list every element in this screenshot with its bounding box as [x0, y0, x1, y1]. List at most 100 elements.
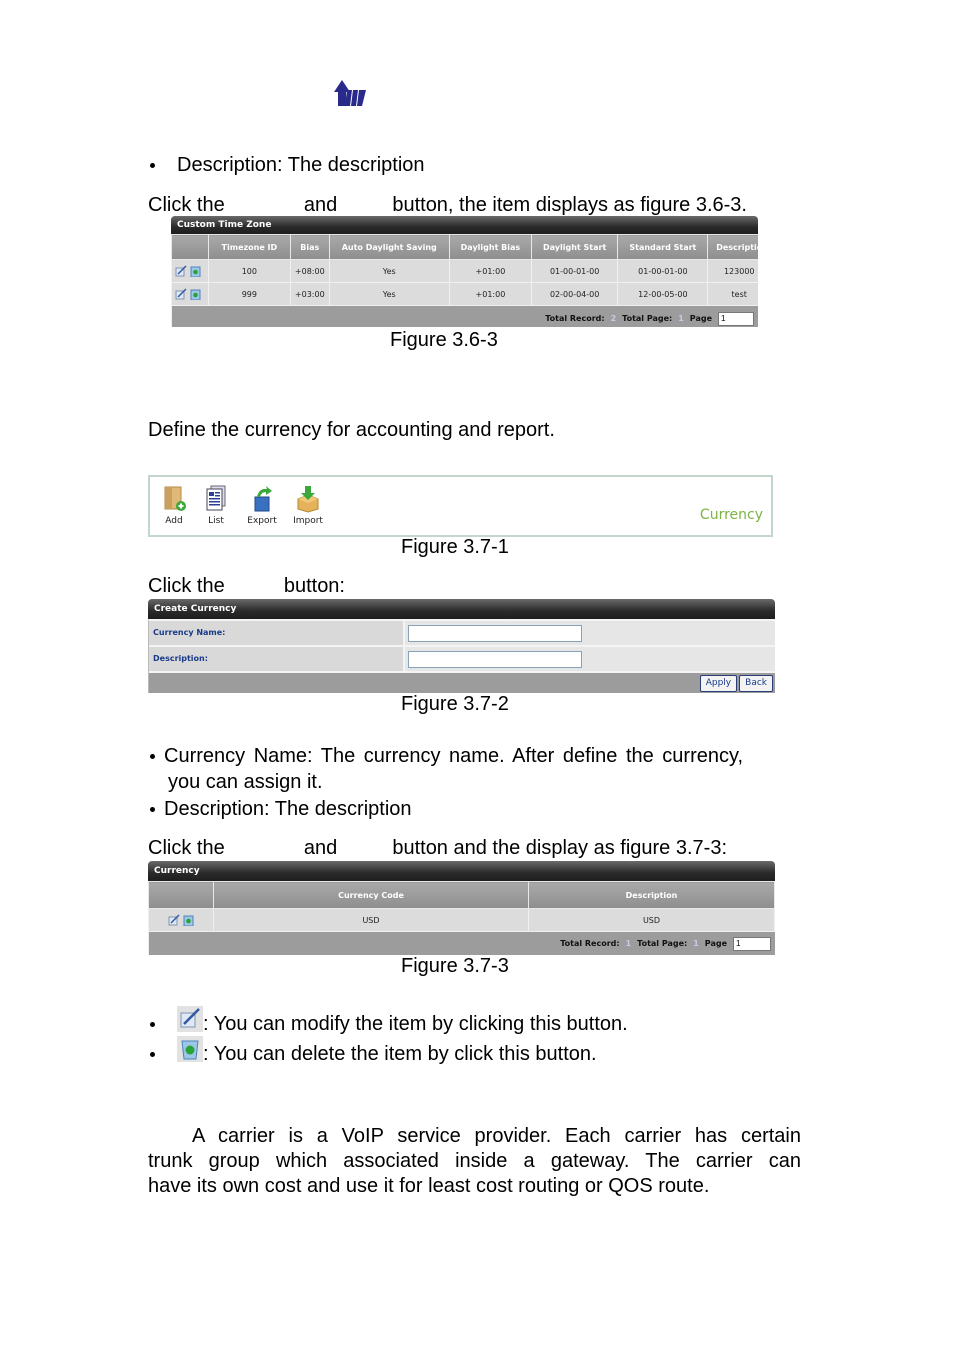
section-intro: Define the currency for accounting and r… [148, 419, 555, 441]
text: button: [283, 575, 345, 597]
page-label: Page [689, 314, 712, 323]
instruction-line: Click the and button, the item displays … [148, 193, 747, 217]
page-input[interactable] [733, 936, 771, 951]
paragraph-line: trunk group which associated inside a ga… [148, 1150, 801, 1172]
edit-icon[interactable] [175, 288, 187, 300]
currency-table: Currency Code Description USD USD [148, 881, 775, 932]
text: Click the [148, 194, 225, 216]
toolbar-list-button[interactable]: List [194, 485, 238, 526]
form-row-currency-name: Currency Name: [149, 621, 775, 647]
field-cell [405, 647, 775, 671]
column-header[interactable]: Daylight Bias [448, 234, 533, 260]
description-input[interactable] [408, 650, 582, 668]
figure-caption: Figure 3.7-2 [401, 693, 509, 715]
pagination-bar: Total Record: 2 Total Page: 1 Page [171, 306, 758, 327]
cell: 01-00-01-00 [617, 259, 709, 283]
cell: USD [528, 908, 775, 932]
instruction-line: Click the button: [148, 574, 345, 598]
note-text: : You can delete the item by click this … [203, 1043, 597, 1065]
column-header[interactable]: Bias [289, 234, 330, 260]
form-footer: Apply Back [149, 673, 775, 693]
instruction-line: Click the and button and the display as … [148, 836, 727, 860]
total-record-value: 2 [610, 314, 617, 323]
toolbar-export-button[interactable]: Export [240, 485, 284, 526]
back-button[interactable]: Back [739, 674, 773, 692]
currency-toolbar: Add List Export Import Currency [148, 475, 773, 537]
paragraph-line: have its own cost and use it for least c… [148, 1175, 710, 1197]
total-page-label: Total Page: [622, 314, 673, 323]
create-currency-form: Create Currency Currency Name: Descripti… [148, 599, 775, 693]
table-row: USD USD [148, 908, 775, 932]
column-header [148, 881, 214, 909]
cell: +01:00 [448, 282, 533, 306]
column-header[interactable]: Currency Code [213, 881, 529, 909]
bullet-item: Description: The description [150, 153, 425, 177]
edit-icon[interactable] [175, 265, 187, 277]
cell: 01-00-01-00 [531, 259, 619, 283]
page-label: Page [704, 939, 727, 948]
total-page-label: Total Page: [637, 939, 688, 948]
total-record-label: Total Record: [545, 314, 605, 323]
cell: test [707, 282, 758, 306]
row-actions [171, 282, 209, 306]
delete-icon[interactable] [189, 288, 201, 301]
cell: +03:00 [289, 282, 330, 306]
cell: 123000 [707, 259, 758, 283]
delete-icon[interactable] [189, 265, 201, 278]
toolbar-import-button[interactable]: Import [286, 485, 330, 526]
page-input[interactable] [718, 311, 754, 326]
cell: Yes [328, 282, 450, 306]
bullet-item: Currency Name: The currency name. After … [150, 744, 743, 768]
delete-icon[interactable] [182, 914, 194, 927]
field-cell [405, 621, 775, 645]
pagination-bar: Total Record: 1 Total Page: 1 Page [148, 932, 775, 955]
row-actions [148, 908, 214, 932]
column-header [171, 234, 209, 260]
bullet-text: Description: The description [164, 798, 412, 820]
field-label: Description: [149, 647, 405, 671]
edit-icon[interactable] [168, 914, 180, 926]
bullet-text: Currency Name: The currency name. After … [164, 745, 744, 767]
total-page-value: 1 [678, 314, 684, 323]
table-header-row: Timezone ID Bias Auto Daylight Saving Da… [171, 234, 758, 260]
bullet-text: Description: The description [177, 154, 425, 176]
icon-note-delete: : You can delete the item by click this … [150, 1036, 597, 1066]
icon-note-edit: : You can modify the item by clicking th… [150, 1006, 628, 1036]
toolbar-add-button[interactable]: Add [152, 485, 196, 526]
apply-button[interactable]: Apply [699, 674, 738, 692]
panel-title: Custom Time Zone [171, 216, 758, 234]
table-row: 100 +08:00 Yes +01:00 01-00-01-00 01-00-… [171, 259, 758, 283]
text: and [303, 837, 338, 859]
cell: 999 [207, 282, 291, 306]
company-logo [332, 78, 368, 108]
bullet-continuation: you can assign it. [168, 771, 323, 793]
total-record-label: Total Record: [560, 939, 620, 948]
import-icon [297, 486, 319, 513]
toolbar-label: Import [293, 516, 323, 526]
cell: Yes [328, 259, 450, 283]
text: Click the [148, 837, 225, 859]
column-header[interactable]: Timezone ID [207, 234, 291, 260]
column-header[interactable]: Descriptio [707, 234, 758, 260]
text: and [303, 194, 338, 216]
delete-icon [177, 1036, 203, 1062]
note-text: : You can modify the item by clicking th… [203, 1013, 628, 1035]
text: button, the item displays as figure 3.6-… [392, 194, 747, 216]
column-header[interactable]: Standard Start [617, 234, 709, 260]
cell: +08:00 [289, 259, 330, 283]
figure-caption: Figure 3.7-3 [401, 955, 509, 977]
row-actions [171, 259, 209, 283]
list-document-icon [206, 485, 226, 511]
column-header[interactable]: Description [528, 881, 775, 909]
figure-caption: Figure 3.7-1 [401, 536, 509, 558]
cell: 12-00-05-00 [617, 282, 709, 306]
column-header[interactable]: Daylight Start [531, 234, 619, 260]
column-header[interactable]: Auto Daylight Saving [328, 234, 450, 260]
currency-name-input[interactable] [408, 624, 582, 642]
currency-list-panel: Currency Currency Code Description USD U… [148, 861, 775, 955]
toolbar-label: Export [247, 516, 277, 526]
export-icon [254, 486, 272, 512]
toolbar-label: List [208, 516, 224, 526]
cell: 02-00-04-00 [531, 282, 619, 306]
toolbar-label: Add [165, 516, 183, 526]
